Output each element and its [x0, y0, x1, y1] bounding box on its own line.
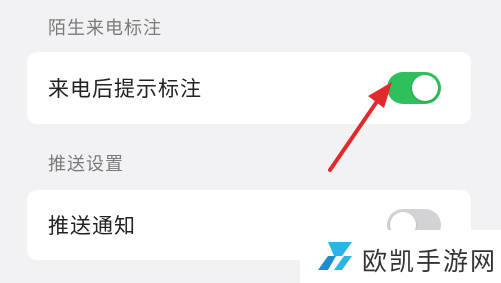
watermark-text: 欧凯手游网 [362, 247, 498, 276]
watermark: 欧凯手游网 [300, 230, 501, 283]
ok-logo-icon [318, 242, 352, 270]
